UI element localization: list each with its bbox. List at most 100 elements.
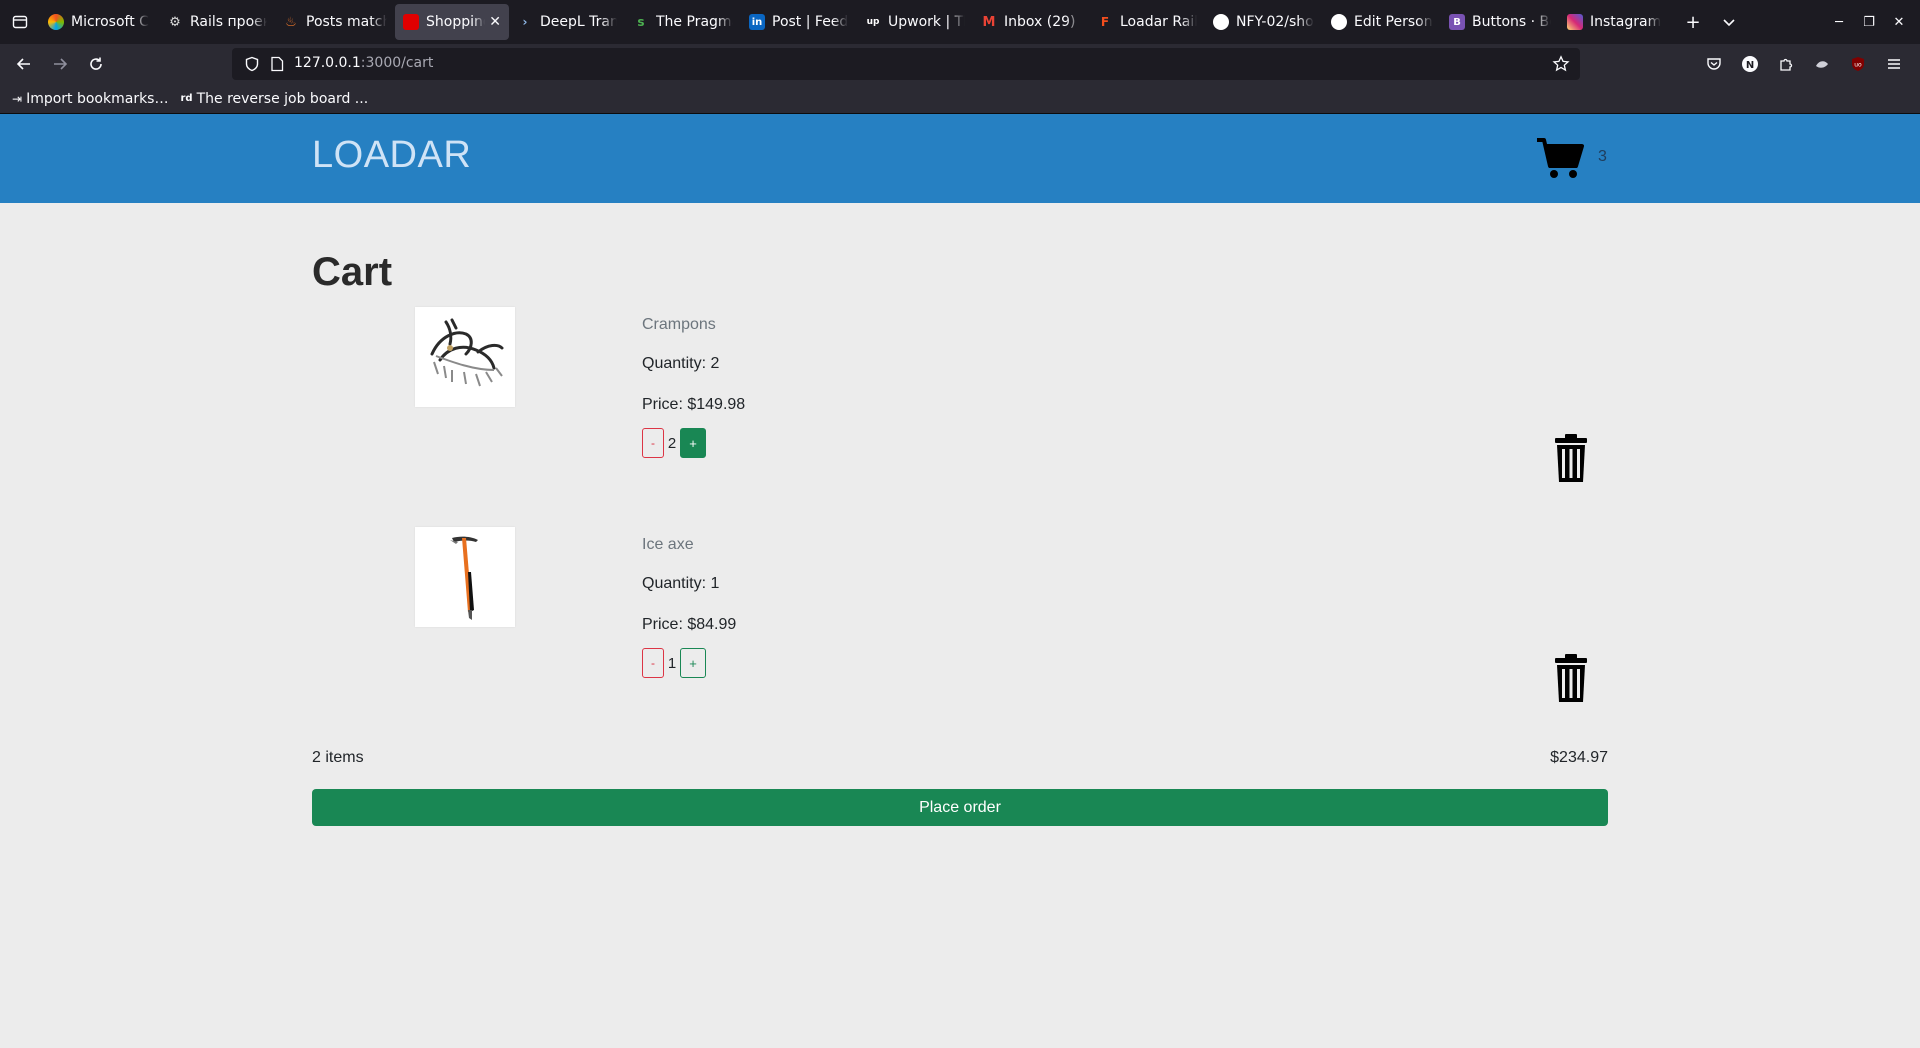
- remove-item-button[interactable]: [1554, 653, 1588, 707]
- close-window-button[interactable]: ✕: [1884, 0, 1914, 44]
- cart-total: $234.97: [1550, 749, 1608, 766]
- cart-count-badge: 3: [1598, 148, 1607, 165]
- tab-title: Edit Person: [1354, 14, 1433, 30]
- linkedin-icon: in: [749, 14, 765, 30]
- product-price: Price: $149.98: [642, 396, 746, 413]
- ublock-button[interactable]: uo: [1840, 48, 1876, 80]
- flame-icon: ♨: [285, 14, 297, 30]
- extensions-button[interactable]: [1768, 48, 1804, 80]
- url-host: 127.0.0.1: [294, 55, 361, 71]
- tab-3[interactable]: Shopping ✕: [395, 4, 509, 40]
- decrease-quantity-button[interactable]: -: [642, 648, 664, 678]
- account-button[interactable]: N: [1732, 48, 1768, 80]
- forward-button[interactable]: [42, 48, 78, 80]
- tab-title: Posts match: [306, 14, 387, 30]
- copilot-icon: [48, 14, 64, 30]
- instagram-icon: [1567, 14, 1583, 30]
- pocket-button[interactable]: [1696, 48, 1732, 80]
- extension-button[interactable]: [1804, 48, 1840, 80]
- tab-2[interactable]: ♨ Posts match: [275, 4, 395, 40]
- bootstrap-icon: B: [1449, 14, 1465, 30]
- increase-quantity-button[interactable]: +: [680, 428, 706, 458]
- minimize-icon: ─: [1835, 14, 1843, 30]
- tab-title: Microsoft C: [71, 14, 149, 30]
- restore-button[interactable]: ❐: [1854, 0, 1884, 44]
- list-all-tabs-button[interactable]: [1711, 0, 1747, 44]
- tab-8[interactable]: M Inbox (29) -: [973, 4, 1089, 40]
- restore-icon: ❐: [1863, 14, 1875, 30]
- toolbar-extensions: N uo: [1696, 48, 1912, 80]
- tab-9[interactable]: F Loadar Rails: [1089, 4, 1205, 40]
- cart-item: Ice axe Quantity: 1 Price: $84.99 - 1 +: [312, 527, 1608, 727]
- brand-logo[interactable]: LOADAR: [312, 134, 471, 177]
- ublock-icon: uo: [1852, 57, 1864, 71]
- bookmark-star-icon[interactable]: [1552, 55, 1570, 73]
- tab-title: DeepL Tran: [540, 14, 617, 30]
- tab-11[interactable]: Edit Person: [1323, 4, 1441, 40]
- puzzle-icon: [1780, 58, 1793, 71]
- trash-icon: [1555, 654, 1587, 702]
- product-name[interactable]: Crampons: [642, 316, 716, 334]
- tab-6[interactable]: in Post | Feed: [741, 4, 857, 40]
- deepl-icon: ›: [522, 15, 528, 29]
- place-order-button[interactable]: Place order: [312, 789, 1608, 826]
- bookmark-import[interactable]: ⇥ Import bookmarks…: [12, 91, 168, 107]
- new-tab-button[interactable]: +: [1675, 0, 1711, 44]
- svg-text:uo: uo: [1854, 62, 1862, 69]
- svg-text:N: N: [1746, 60, 1754, 71]
- cart-items-count: 2 items: [312, 749, 364, 766]
- shopping-icon: [403, 14, 419, 30]
- import-icon: ⇥: [12, 91, 23, 106]
- github-icon: [1331, 14, 1347, 30]
- firefox-view-icon: [12, 15, 28, 29]
- product-quantity: Quantity: 2: [642, 355, 720, 372]
- firefox-view-button[interactable]: [0, 0, 40, 44]
- page-icon[interactable]: [270, 56, 284, 72]
- close-tab-icon[interactable]: ✕: [489, 14, 501, 30]
- url-path: :3000/cart: [360, 55, 434, 71]
- quantity-stepper: - 1 +: [642, 648, 706, 678]
- tab-12[interactable]: B Buttons · Bo: [1441, 4, 1559, 40]
- avatar-n-icon: N: [1742, 56, 1758, 72]
- window-controls: ─ ❐ ✕: [1824, 0, 1920, 44]
- tab-title: NFY-02/sho: [1236, 14, 1314, 30]
- tab-1[interactable]: ⚙ Rails проек: [159, 4, 275, 40]
- crampons-image: [430, 318, 504, 387]
- app-menu-button[interactable]: [1876, 48, 1912, 80]
- bookmark-label: Import bookmarks…: [26, 90, 169, 107]
- page-title: Cart: [312, 250, 393, 294]
- remove-item-button[interactable]: [1554, 433, 1588, 487]
- tab-7[interactable]: up Upwork | Th: [857, 4, 973, 40]
- tab-title: Rails проек: [190, 14, 267, 30]
- minimize-button[interactable]: ─: [1824, 0, 1854, 44]
- back-button[interactable]: [6, 48, 42, 80]
- shield-icon[interactable]: [244, 56, 260, 72]
- bookmark-label: The reverse job board ...: [196, 90, 369, 107]
- site-header: LOADAR 3: [0, 114, 1920, 203]
- tab-4[interactable]: › DeepL Tran: [509, 4, 625, 40]
- rd-icon: rd: [180, 93, 193, 104]
- reload-button[interactable]: [78, 48, 114, 80]
- tab-10[interactable]: NFY-02/sho: [1205, 4, 1323, 40]
- bookmark-reverse-job-board[interactable]: rd The reverse job board ...: [180, 91, 368, 107]
- url-text[interactable]: 127.0.0.1:3000/cart: [294, 55, 433, 71]
- tab-title: Post | Feed: [772, 14, 849, 30]
- tab-5[interactable]: s The Pragma: [625, 4, 741, 40]
- quantity-stepper: - 2 +: [642, 428, 706, 458]
- increase-quantity-button[interactable]: +: [680, 648, 706, 678]
- cart-link[interactable]: [1536, 136, 1584, 180]
- product-name[interactable]: Ice axe: [642, 536, 694, 554]
- quantity-value: 2: [667, 434, 677, 452]
- hamburger-icon: [1888, 59, 1900, 69]
- reload-icon: [90, 57, 102, 70]
- address-bar[interactable]: 127.0.0.1:3000/cart: [232, 48, 1580, 80]
- product-quantity: Quantity: 1: [642, 575, 720, 592]
- tab-title: Upwork | Th: [888, 14, 965, 30]
- tab-13[interactable]: Instagram: [1559, 4, 1669, 40]
- tab-0[interactable]: Microsoft C: [40, 4, 159, 40]
- decrease-quantity-button[interactable]: -: [642, 428, 664, 458]
- pragmatic-icon: s: [637, 15, 645, 29]
- chevron-down-icon: [1723, 19, 1735, 27]
- tab-title: Shopping: [426, 14, 486, 30]
- gmail-icon: M: [982, 14, 996, 30]
